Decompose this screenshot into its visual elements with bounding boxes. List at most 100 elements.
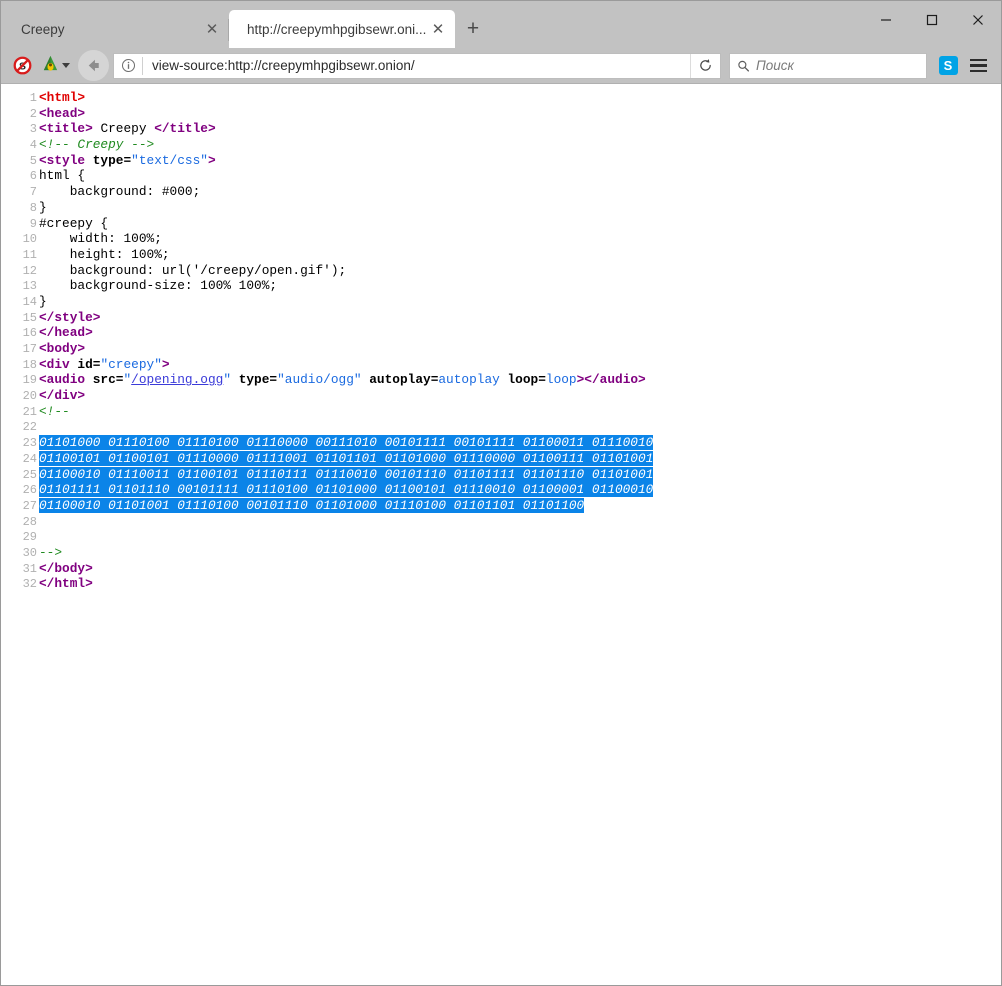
source-token: <div: [39, 357, 70, 372]
selected-binary-text: 01101111 01101110 00101111 01110100 0110…: [39, 482, 653, 497]
source-token: <style: [39, 153, 85, 168]
browser-window: Creepy ✕ http://creepymhpgibsewr.oni... …: [0, 0, 1002, 986]
source-line: 10 width: 100%;: [1, 231, 1001, 247]
torbutton[interactable]: [41, 54, 70, 78]
source-line: 8}: [1, 200, 1001, 216]
source-token: <audio: [39, 372, 85, 387]
source-token: loop=: [500, 372, 546, 387]
source-line: 6html {: [1, 168, 1001, 184]
chevron-down-icon: [62, 63, 70, 68]
source-token: background: url('/creepy/open.gif');: [39, 263, 346, 278]
source-line: 2401100101 01100101 01110000 01111001 01…: [1, 451, 1001, 467]
line-number: 21: [1, 405, 39, 421]
line-number: 2: [1, 107, 39, 123]
close-icon[interactable]: ✕: [427, 18, 449, 40]
line-number: 10: [1, 232, 39, 248]
source-code[interactable]: 1<html>2<head>3<title> Creepy </title>4<…: [1, 90, 1001, 592]
source-token: -->: [39, 545, 62, 560]
search-input[interactable]: [750, 57, 926, 74]
source-line: 7 background: #000;: [1, 184, 1001, 200]
source-line: 5<style type="text/css">: [1, 153, 1001, 169]
source-line: 2701100010 01101001 01110100 00101110 01…: [1, 498, 1001, 514]
source-token: <html>: [39, 90, 85, 105]
identity-box[interactable]: [114, 54, 142, 78]
source-line: 11 height: 100%;: [1, 247, 1001, 263]
search-icon: [737, 59, 750, 73]
tab-creepy[interactable]: Creepy ✕: [3, 10, 229, 48]
source-token: type=: [231, 372, 277, 387]
line-number: 1: [1, 91, 39, 107]
reload-button[interactable]: [690, 54, 720, 78]
source-line: 29: [1, 529, 1001, 545]
selected-binary-text: 01100010 01110011 01100101 01110111 0111…: [39, 467, 653, 482]
source-token: loop: [546, 372, 577, 387]
source-line: 32</html>: [1, 576, 1001, 592]
line-number: 4: [1, 138, 39, 154]
back-button[interactable]: [78, 50, 109, 81]
maximize-button[interactable]: [909, 1, 955, 39]
source-token: "audio/ogg": [277, 372, 361, 387]
line-number: 30: [1, 546, 39, 562]
source-token: html {: [39, 168, 85, 183]
url-text[interactable]: view-source:http://creepymhpgibsewr.onio…: [143, 58, 690, 73]
close-button[interactable]: [955, 1, 1001, 39]
source-line: 1<html>: [1, 90, 1001, 106]
line-number: 24: [1, 452, 39, 468]
source-line: 31</body>: [1, 561, 1001, 577]
source-token: autoplay: [438, 372, 499, 387]
tab-strip: Creepy ✕ http://creepymhpgibsewr.oni... …: [1, 1, 491, 48]
back-arrow-icon: [84, 56, 103, 75]
source-line: 13 background-size: 100% 100%;: [1, 278, 1001, 294]
source-token: </html>: [39, 576, 93, 591]
line-number: 31: [1, 562, 39, 578]
source-line: 2301101000 01110100 01110100 01110000 00…: [1, 435, 1001, 451]
source-line: 4<!-- Creepy -->: [1, 137, 1001, 153]
tab-view-source[interactable]: http://creepymhpgibsewr.oni... ✕: [229, 10, 455, 48]
line-number: 3: [1, 122, 39, 138]
line-number: 8: [1, 201, 39, 217]
source-token: <title>: [39, 121, 93, 136]
view-source-content: 1<html>2<head>3<title> Creepy </title>4<…: [1, 84, 1001, 985]
source-line: 12 background: url('/creepy/open.gif');: [1, 263, 1001, 279]
reload-icon: [698, 58, 713, 73]
source-token: <!--: [39, 404, 70, 419]
source-token: </head>: [39, 325, 93, 340]
minimize-button[interactable]: [863, 1, 909, 39]
source-token: background-size: 100% 100%;: [39, 278, 277, 293]
source-line: 28: [1, 514, 1001, 530]
line-number: 26: [1, 483, 39, 499]
url-bar[interactable]: view-source:http://creepymhpgibsewr.onio…: [113, 53, 721, 79]
source-token: background: #000;: [39, 184, 200, 199]
source-token: </div>: [39, 388, 85, 403]
tab-bar: Creepy ✕ http://creepymhpgibsewr.oni... …: [1, 1, 1001, 48]
selected-binary-text: 01100101 01100101 01110000 01111001 0110…: [39, 451, 653, 466]
line-number: 25: [1, 468, 39, 484]
line-number: 29: [1, 530, 39, 546]
line-number: 11: [1, 248, 39, 264]
source-token: autoplay=: [362, 372, 439, 387]
close-icon[interactable]: ✕: [201, 18, 223, 40]
menu-button[interactable]: [963, 51, 993, 81]
line-number: 13: [1, 279, 39, 295]
line-number: 16: [1, 326, 39, 342]
selected-binary-text: 01100010 01101001 01110100 00101110 0110…: [39, 498, 584, 513]
source-token: id=: [70, 357, 101, 372]
line-number: 23: [1, 436, 39, 452]
line-number: 20: [1, 389, 39, 405]
source-line: 15</style>: [1, 310, 1001, 326]
source-line: 9#creepy {: [1, 216, 1001, 232]
noscript-button[interactable]: S: [7, 51, 37, 81]
source-token: src=: [85, 372, 123, 387]
line-number: 5: [1, 154, 39, 170]
source-token: /opening.ogg: [131, 372, 223, 387]
new-tab-button[interactable]: +: [455, 10, 491, 48]
navigation-toolbar: S: [1, 48, 1001, 84]
search-bar[interactable]: [729, 53, 927, 79]
line-number: 15: [1, 311, 39, 327]
source-token: width: 100%;: [39, 231, 162, 246]
line-number: 17: [1, 342, 39, 358]
source-token: <body>: [39, 341, 85, 356]
skype-button[interactable]: S: [933, 51, 963, 81]
source-line: 22: [1, 419, 1001, 435]
source-token: ": [223, 372, 231, 387]
